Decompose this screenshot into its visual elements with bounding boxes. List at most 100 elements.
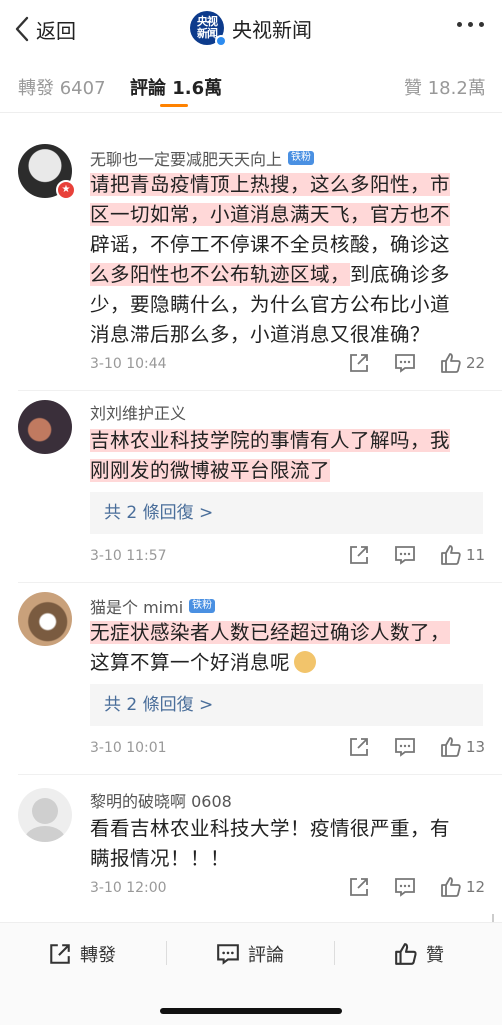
comment-actions: 11 [348,544,485,566]
fan-badge: 铁粉 [189,599,216,613]
share-icon [350,738,368,756]
comment-line: 瞒报情况！！！ [90,847,231,870]
comment-username[interactable]: 刘刘维护正义 [90,400,186,424]
active-tab-indicator [160,104,188,107]
comment-actions: 22 [348,352,485,374]
comment-text: 无症状感染者人数已经超过确诊人数了， 这算不算一个好消息呢 [90,618,485,678]
cctv-news-logo: 央视 新闻 [190,11,227,47]
share-button[interactable] [348,876,370,898]
like-count: 12 [466,878,486,896]
username-text: 刘刘维护正义 [90,404,187,423]
comment-timestamp: 3-10 10:01 [90,740,167,756]
reply-button[interactable] [394,544,416,566]
thumbs-up-icon [395,943,417,965]
comment-actions: 12 [348,876,485,898]
comment-line: 无症状感染者人数已经超过确诊人数了， [90,621,451,644]
comment-line: 刚刚发的微博被平台限流了 [90,459,331,482]
tab-reposts[interactable]: 轉發 6407 [18,74,106,100]
comment-text: 请把青岛疫情顶上热搜，这么多阳性，市 区一切如常，小道消息满天飞，官方也不 辟谣… [90,170,485,350]
comment-text: 吉林农业科技学院的事情有人了解吗，我 刚刚发的微博被平台限流了 [90,426,485,486]
comment-line: 消息滞后那么多，小道消息又很准确？ [90,323,431,346]
thumbs-up-icon [441,353,461,373]
like-button[interactable]: 11 [440,544,485,566]
reply-button[interactable] [394,736,416,758]
reply-button[interactable] [394,876,416,898]
tab-likes[interactable]: 贊 18.2萬 [404,74,486,100]
back-button[interactable]: 返回 [14,14,76,44]
like-button[interactable]: 22 [440,352,485,374]
comment-username[interactable]: 猫是个 mimi 铁粉 [90,594,216,618]
comment-icon [217,944,239,965]
chevron-left-icon [15,16,29,42]
comment-username[interactable]: 无聊也一定要减肥天天向上 铁粉 [90,146,315,170]
share-icon [350,354,368,372]
comment-icon [395,354,415,373]
divider [18,582,502,583]
thumbs-up-icon [441,737,461,757]
thumbs-up-icon [441,877,461,897]
comment-icon [395,878,415,897]
divider [166,941,167,965]
repost-label: 轉發 [80,945,116,966]
tab-comments[interactable]: 評論 1.6萬 [130,74,222,100]
comment-actions: 13 [348,736,485,758]
like-label: 贊 [426,945,444,966]
comment-line: 到底确诊多 [350,263,451,286]
thumbs-up-icon [441,545,461,565]
comment-timestamp: 3-10 10:44 [90,356,167,372]
like-button[interactable]: 12 [440,876,485,898]
back-label: 返回 [36,18,76,43]
comment-line: 请把青岛疫情顶上热搜，这么多阳性，市 [90,173,451,196]
share-button[interactable] [348,352,370,374]
username-text: 无聊也一定要减肥天天向上 [90,150,283,169]
like-count: 22 [466,354,486,372]
comment-line: 么多阳性也不公布轨迹区域， [90,263,351,286]
divider [18,390,502,391]
avatar[interactable] [18,400,72,454]
username-text: 黎明的破晓啊 0608 [90,792,232,811]
avatar[interactable] [18,788,72,842]
like-button[interactable]: 贊 [394,941,444,967]
reply-button[interactable] [394,352,416,374]
page-title: 央视新闻 [232,17,312,42]
username-text: 猫是个 mimi [90,598,184,617]
comment-icon [395,738,415,757]
home-indicator [160,1008,342,1014]
view-replies-button[interactable]: 共 2 條回復 > [90,492,483,534]
divider [0,112,502,113]
share-button[interactable] [348,736,370,758]
comment-username[interactable]: 黎明的破晓啊 0608 [90,788,232,812]
top-nav-bar: 返回 央视 新闻 央视新闻 [0,0,502,58]
comment-timestamp: 3-10 12:00 [90,880,167,896]
comment-label: 評論 [248,945,284,966]
comment-line: 少，要隐瞒什么，为什么官方公布比小道 [90,293,451,316]
comment-line: 这算不算一个好消息呢 [90,651,291,674]
more-horizontal-icon[interactable] [457,22,484,27]
comment-line: 看看吉林农业科技大学！疫情很严重，有 [90,817,451,840]
fan-badge: 铁粉 [288,151,315,165]
comment-line: 吉林农业科技学院的事情有人了解吗，我 [90,429,451,452]
share-icon [50,944,70,964]
like-count: 11 [466,546,486,564]
comment-text: 看看吉林农业科技大学！疫情很严重，有 瞒报情况！！！ [90,814,485,874]
comment-line: 区一切如常，小道消息满天飞，官方也不 [90,203,451,226]
share-button[interactable] [348,544,370,566]
repost-button[interactable]: 轉發 [48,941,116,967]
dog-emoji-icon [294,651,317,673]
comment-line: 辟谣，不停工不停课不全员核酸，确诊这 [90,233,451,256]
divider [18,774,502,775]
like-count: 13 [466,738,486,756]
comment-button[interactable]: 評論 [216,941,284,967]
avatar[interactable] [18,592,72,646]
view-replies-button[interactable]: 共 2 條回復 > [90,684,483,726]
account-header[interactable]: 央视 新闻 央视新闻 [190,11,312,47]
verified-badge-icon [215,35,227,47]
comment-timestamp: 3-10 11:57 [90,548,167,564]
divider [334,941,335,965]
share-icon [350,546,368,564]
comment-icon [395,546,415,565]
share-icon [350,878,368,896]
like-button[interactable]: 13 [440,736,485,758]
tab-bar: 轉發 6407 評論 1.6萬 贊 18.2萬 [0,64,502,108]
avatar-badge-icon: ★ [56,180,76,200]
